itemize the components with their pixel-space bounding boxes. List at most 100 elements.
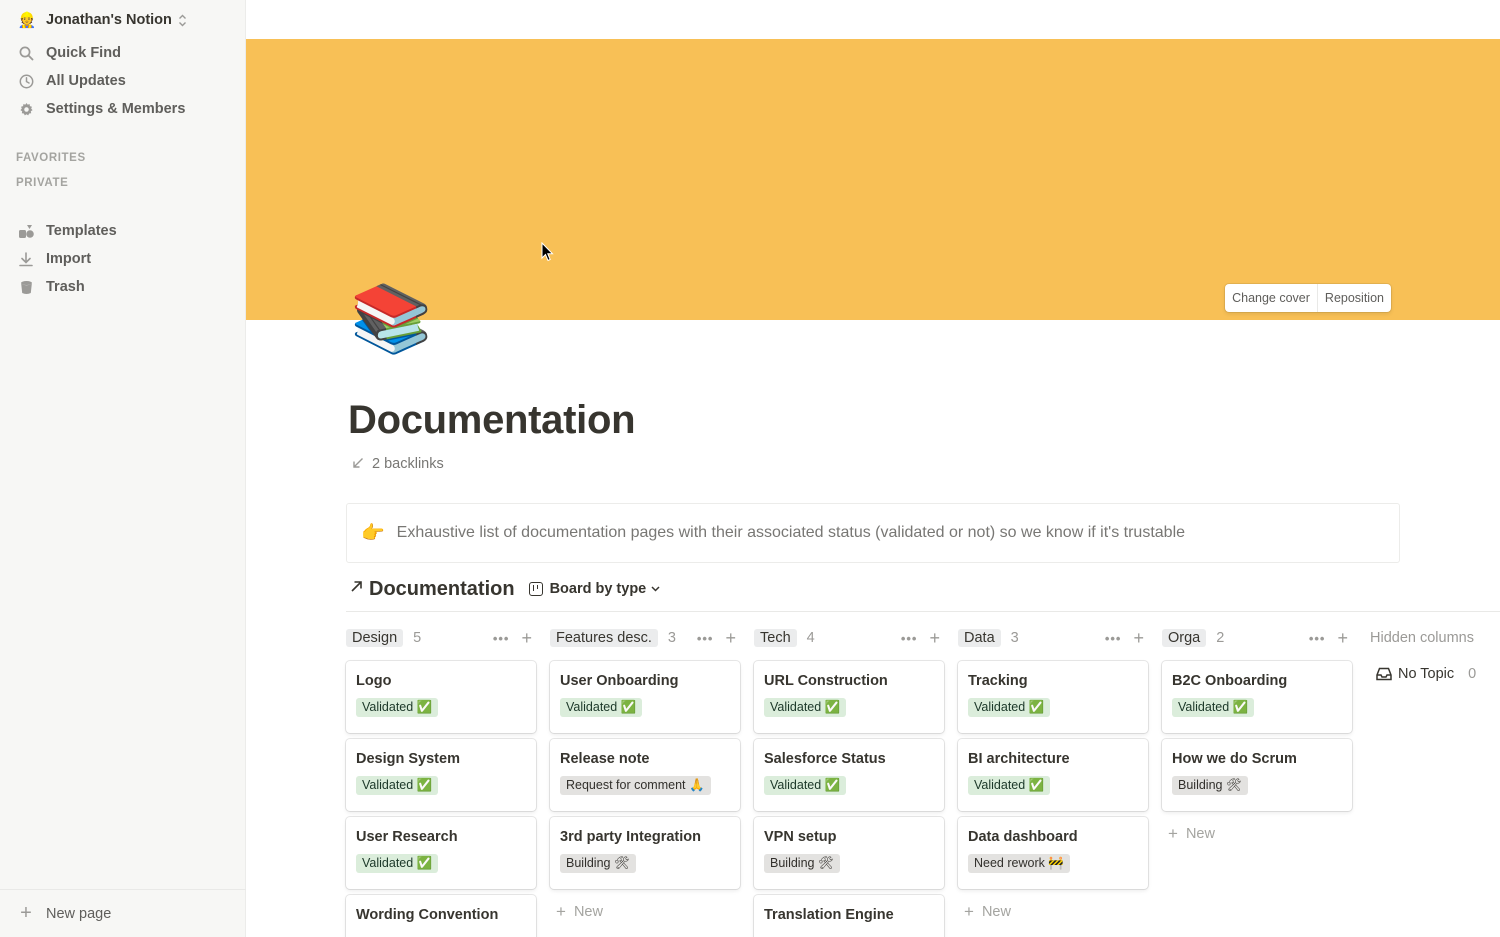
board-card[interactable]: VPN setup Building 🛠 [754, 817, 944, 889]
column-name[interactable]: Tech [754, 629, 797, 647]
new-page-label: New page [46, 905, 112, 922]
board-column-tech: Tech 4 ••• + URL Construction Validated … [754, 626, 944, 937]
board-column-features-desc: Features desc. 3 ••• + User Onboarding V… [550, 626, 740, 921]
workspace-icon: 👷 [17, 12, 37, 29]
column-name[interactable]: Features desc. [550, 629, 658, 647]
sidebar-item-label: Import [46, 251, 92, 267]
status-badge: Validated ✅ [764, 776, 847, 795]
linked-db-arrow-icon [350, 580, 363, 598]
column-header: Data 3 ••• + [958, 626, 1148, 650]
status-badge: Building 🛠 [560, 854, 636, 873]
view-switcher[interactable]: Board by type [528, 581, 661, 597]
plus-icon[interactable]: + [1133, 628, 1144, 649]
new-page-button[interactable]: + New page [0, 889, 246, 937]
board-card[interactable]: 3rd party Integration Building 🛠 [550, 817, 740, 889]
more-icon[interactable]: ••• [1309, 631, 1326, 646]
card-title: Logo [356, 673, 392, 689]
sidebar-item-settings[interactable]: Settings & Members [16, 97, 185, 121]
mouse-cursor-icon [541, 241, 554, 267]
board-card[interactable]: Logo Validated ✅ [346, 661, 536, 733]
callout-block[interactable]: 👉 Exhaustive list of documentation pages… [346, 503, 1400, 563]
plus-icon[interactable]: + [929, 628, 940, 649]
sidebar-item-label: Templates [46, 223, 117, 239]
sidebar: 👷 Jonathan's Notion Quick Find All Updat… [0, 0, 246, 937]
status-badge: Need rework 🚧 [968, 854, 1070, 873]
backlinks-button[interactable]: 2 backlinks [352, 456, 444, 472]
sidebar-item-templates[interactable]: Templates [16, 219, 117, 243]
column-name[interactable]: Design [346, 629, 404, 647]
column-count: 3 [1010, 630, 1019, 646]
board-card[interactable]: Release note Request for comment 🙏 [550, 739, 740, 811]
status-badge: Validated ✅ [968, 776, 1051, 795]
card-title: Salesforce Status [764, 751, 886, 767]
change-cover-button[interactable]: Change cover [1225, 284, 1317, 312]
card-title: User Onboarding [560, 673, 679, 689]
board-column-design: Design 5 ••• + Logo Validated ✅ Design S… [346, 626, 536, 937]
column-count: 2 [1216, 630, 1225, 646]
status-badge: Validated ✅ [764, 698, 847, 717]
sidebar-item-label: Trash [46, 279, 85, 295]
status-badge: Request for comment 🙏 [560, 776, 711, 795]
page-icon[interactable]: 📚 [350, 278, 432, 358]
new-card-button[interactable]: + New [556, 902, 603, 922]
more-icon[interactable]: ••• [493, 631, 510, 646]
board-card[interactable]: Wording Convention [346, 895, 536, 937]
more-icon[interactable]: ••• [901, 631, 918, 646]
page-title[interactable]: Documentation [348, 398, 636, 443]
board-card[interactable]: User Research Validated ✅ [346, 817, 536, 889]
plus-icon[interactable]: + [1337, 628, 1348, 649]
page-cover: Change cover Reposition [246, 39, 1500, 320]
card-title: Wording Convention [356, 907, 499, 923]
inbox-icon [1376, 667, 1392, 681]
card-title: 3rd party Integration [560, 829, 701, 845]
board-card[interactable]: Data dashboard Need rework 🚧 [958, 817, 1148, 889]
more-icon[interactable]: ••• [1105, 631, 1122, 646]
new-card-label: New [981, 904, 1011, 920]
workspace-switcher[interactable]: 👷 Jonathan's Notion [16, 9, 187, 31]
hidden-columns: Hidden columns No Topic 0 [1370, 626, 1500, 686]
board-card[interactable]: Design System Validated ✅ [346, 739, 536, 811]
new-card-button[interactable]: + New [1168, 824, 1215, 844]
more-icon[interactable]: ••• [697, 631, 714, 646]
templates-icon [16, 221, 36, 241]
sidebar-item-quick-find[interactable]: Quick Find [16, 41, 121, 65]
new-card-button[interactable]: + New [964, 902, 1011, 922]
board-card[interactable]: How we do Scrum Building 🛠 [1162, 739, 1352, 811]
card-title: VPN setup [764, 829, 837, 845]
search-icon [16, 43, 36, 63]
board-card[interactable]: Tracking Validated ✅ [958, 661, 1148, 733]
database-header: Documentation Board by type [350, 576, 660, 602]
plus-icon[interactable]: + [725, 628, 736, 649]
download-icon [16, 249, 36, 269]
plus-icon: + [964, 902, 974, 921]
board-card[interactable]: Salesforce Status Validated ✅ [754, 739, 944, 811]
sidebar-item-all-updates[interactable]: All Updates [16, 69, 126, 93]
card-title: B2C Onboarding [1172, 673, 1288, 689]
pointing-hand-icon: 👉 [361, 523, 385, 544]
board-column-orga: Orga 2 ••• + B2C Onboarding Validated ✅ … [1162, 626, 1352, 843]
status-badge: Validated ✅ [968, 698, 1051, 717]
new-card-label: New [1185, 826, 1215, 842]
status-badge: Validated ✅ [1172, 698, 1255, 717]
chevron-down-icon [651, 584, 660, 595]
column-name[interactable]: Data [958, 629, 1001, 647]
no-topic-count: 0 [1468, 666, 1477, 682]
board-card[interactable]: User Onboarding Validated ✅ [550, 661, 740, 733]
sidebar-item-trash[interactable]: Trash [16, 275, 85, 299]
private-section-label[interactable]: PRIVATE [16, 177, 68, 189]
reposition-button[interactable]: Reposition [1316, 284, 1391, 312]
favorites-section-label[interactable]: FAVORITES [16, 152, 86, 164]
board-card[interactable]: Translation Engine [754, 895, 944, 937]
new-card-label: New [573, 904, 603, 920]
column-header: Design 5 ••• + [346, 626, 536, 650]
backlinks-label: 2 backlinks [372, 456, 444, 472]
board-card[interactable]: URL Construction Validated ✅ [754, 661, 944, 733]
hidden-column-no-topic[interactable]: No Topic 0 [1376, 662, 1500, 686]
plus-icon[interactable]: + [521, 628, 532, 649]
sidebar-item-import[interactable]: Import [16, 247, 91, 271]
board-card[interactable]: B2C Onboarding Validated ✅ [1162, 661, 1352, 733]
board-card[interactable]: BI architecture Validated ✅ [958, 739, 1148, 811]
database-title[interactable]: Documentation [369, 578, 515, 601]
column-name[interactable]: Orga [1162, 629, 1207, 647]
status-badge: Building 🛠 [1172, 776, 1248, 795]
